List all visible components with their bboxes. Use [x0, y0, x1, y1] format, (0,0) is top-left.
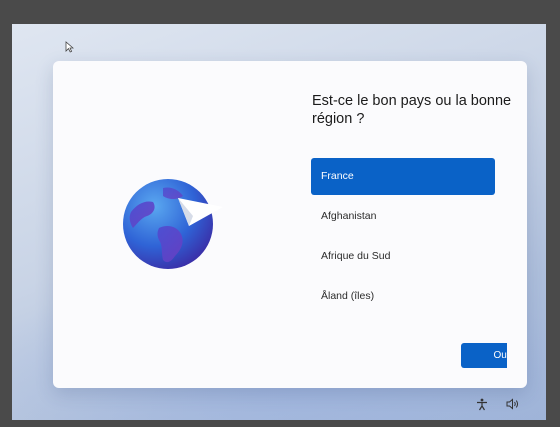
- globe-paper-plane-icon: [123, 179, 223, 269]
- page-title: Est-ce le bon pays ou la bonne région ?: [312, 93, 512, 127]
- confirm-button-label: Oui: [493, 350, 507, 361]
- region-option-afghanistan[interactable]: Afghanistan: [311, 198, 495, 235]
- mouse-pointer-icon: [65, 41, 74, 53]
- confirm-button[interactable]: Oui: [461, 343, 507, 368]
- accessibility-icon[interactable]: [476, 398, 488, 411]
- region-dialog: Est-ce le bon pays ou la bonne région ? …: [53, 61, 527, 388]
- region-list[interactable]: France Afghanistan Afrique du Sud Åland …: [311, 158, 495, 318]
- region-option-aland[interactable]: Åland (îles): [311, 278, 495, 315]
- region-option-france[interactable]: France: [311, 158, 495, 195]
- oobe-screen: Est-ce le bon pays ou la bonne région ? …: [12, 24, 546, 420]
- volume-icon[interactable]: [506, 398, 520, 410]
- region-option-afrique-du-sud[interactable]: Afrique du Sud: [311, 238, 495, 275]
